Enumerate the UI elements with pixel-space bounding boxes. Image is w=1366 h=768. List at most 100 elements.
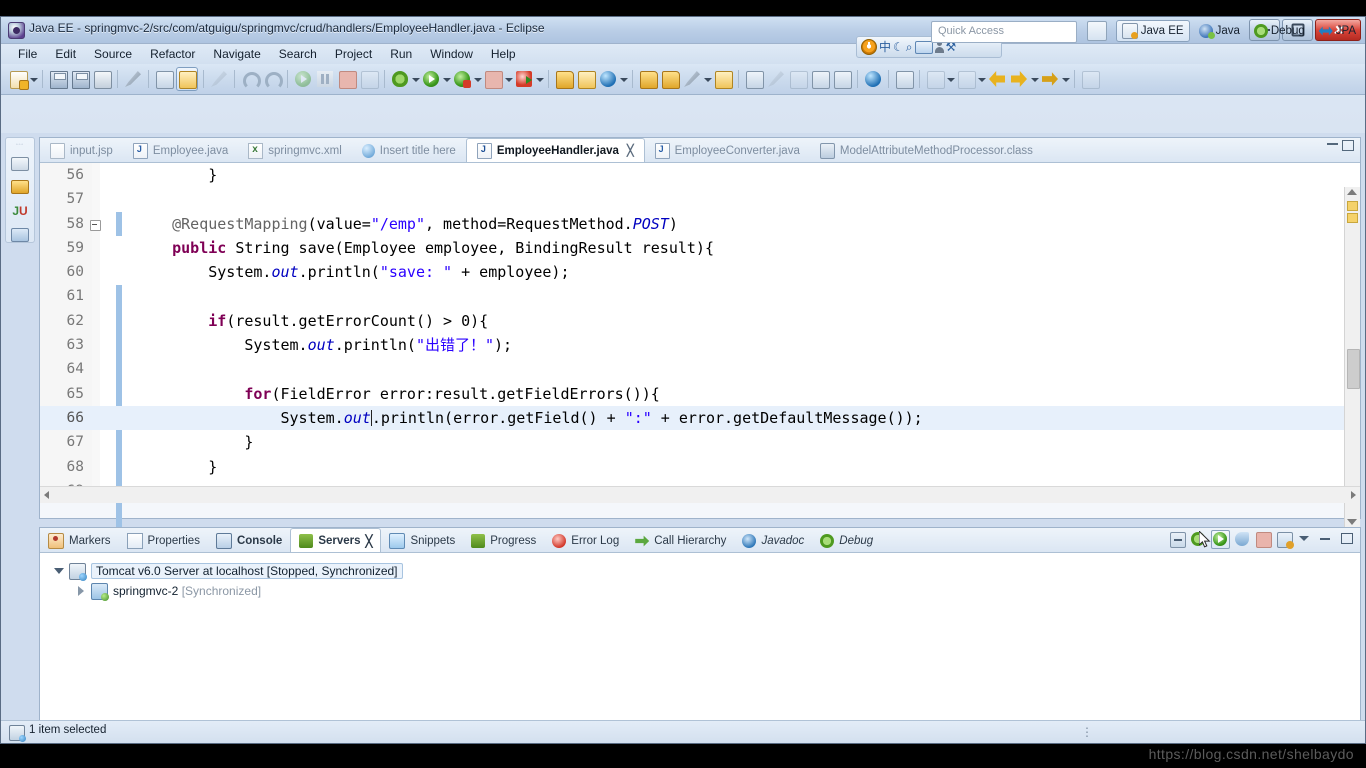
run-dropdown-icon[interactable] xyxy=(442,68,451,90)
scroll-up-icon[interactable] xyxy=(1347,189,1357,195)
perspective-java-ee[interactable]: Java EE xyxy=(1115,20,1190,42)
view-menu-button[interactable] xyxy=(1297,531,1314,548)
keyboard-icon[interactable] xyxy=(914,40,933,54)
video-play-icon[interactable] xyxy=(1281,612,1349,669)
junit-icon[interactable]: JU xyxy=(12,203,28,219)
show-whitespace-button[interactable] xyxy=(810,68,830,90)
menu-item-run[interactable]: Run xyxy=(381,45,421,63)
tab-markers[interactable]: Markers xyxy=(40,530,119,552)
menu-item-edit[interactable]: Edit xyxy=(46,45,85,63)
code-line[interactable]: 67 } xyxy=(40,430,1360,454)
start-server-button[interactable] xyxy=(1211,530,1230,549)
code-line[interactable]: 57 xyxy=(40,187,1360,211)
scrollbar-thumb[interactable] xyxy=(1347,349,1360,389)
menu-item-window[interactable]: Window xyxy=(421,45,482,63)
back-button[interactable] xyxy=(987,68,1007,90)
twisty-collapsed-icon[interactable] xyxy=(76,586,86,596)
fold-toggle-icon[interactable] xyxy=(90,219,101,231)
tab-error-log[interactable]: Error Log xyxy=(544,530,627,552)
stop-server-button[interactable] xyxy=(1255,531,1272,548)
pause-button[interactable] xyxy=(315,68,335,90)
menu-item-file[interactable]: File xyxy=(9,45,46,63)
code-line[interactable]: 61 xyxy=(40,284,1360,308)
restore-view-button[interactable] xyxy=(1080,68,1100,90)
add-bookmark-button[interactable] xyxy=(894,68,914,90)
menu-item-project[interactable]: Project xyxy=(326,45,381,63)
print-button[interactable] xyxy=(92,68,112,90)
publish-server-button[interactable] xyxy=(1276,531,1294,549)
new-jsp-button[interactable] xyxy=(713,68,733,90)
twisty-expanded-icon[interactable] xyxy=(54,566,64,576)
minimize-panel-button[interactable] xyxy=(1318,531,1335,548)
debug-button[interactable] xyxy=(390,68,410,90)
outline-icon[interactable] xyxy=(11,228,29,242)
menu-item-help[interactable]: Help xyxy=(482,45,525,63)
new-package-button[interactable] xyxy=(554,68,574,90)
source-code[interactable]: 56 } 57 58 @RequestMapping(value="/emp", m… xyxy=(40,163,1360,503)
next-arrow-dropdown-icon[interactable] xyxy=(1061,68,1070,90)
resume-button[interactable] xyxy=(293,68,313,90)
new-class-button[interactable] xyxy=(576,68,596,90)
code-line[interactable]: 59 public String save(Employee employee,… xyxy=(40,236,1360,260)
search-dropdown-icon[interactable] xyxy=(703,68,712,90)
editor-vertical-scrollbar[interactable] xyxy=(1344,187,1360,527)
history-dropdown-icon[interactable] xyxy=(1030,68,1039,90)
editor-minimize-icon[interactable] xyxy=(1327,143,1338,145)
scroll-right-icon[interactable] xyxy=(1351,491,1356,499)
next-edit-dropdown-icon[interactable] xyxy=(977,68,986,90)
editor-tab-employee-java[interactable]: Employee.java xyxy=(123,140,238,162)
search-button[interactable] xyxy=(682,68,702,90)
search-icon[interactable]: ⌕ xyxy=(906,41,913,53)
editor-tab-input-jsp[interactable]: input.jsp xyxy=(40,140,123,162)
run-as-button[interactable] xyxy=(514,68,534,90)
new-interface-button[interactable] xyxy=(598,68,618,90)
profile-server-button[interactable] xyxy=(1234,531,1251,548)
previous-edit-button[interactable] xyxy=(925,68,945,90)
new-button[interactable] xyxy=(8,68,29,90)
previous-edit-dropdown-icon[interactable] xyxy=(946,68,955,90)
tab-progress[interactable]: Progress xyxy=(463,530,544,552)
overview-marker[interactable] xyxy=(1347,201,1358,211)
debug-dropdown-icon[interactable] xyxy=(411,68,420,90)
toggle-breakpoint-button[interactable] xyxy=(744,68,764,90)
servers-tree[interactable]: Tomcat v6.0 Server at localhost [Stopped… xyxy=(40,553,1360,601)
step-over-button[interactable] xyxy=(788,68,808,90)
code-viewport[interactable]: 56 } 57 58 @RequestMapping(value="/emp", m… xyxy=(40,163,1360,528)
code-line[interactable]: 63 System.out.println("出错了！"); xyxy=(40,333,1360,357)
paragraph-marks-button[interactable] xyxy=(832,68,852,90)
next-edit-button[interactable] xyxy=(956,68,976,90)
terminate-button[interactable] xyxy=(337,68,357,90)
tree-row[interactable]: springmvc-2 [Synchronized] xyxy=(50,581,1360,601)
tree-row[interactable]: Tomcat v6.0 Server at localhost [Stopped… xyxy=(50,561,1360,581)
tab-debug[interactable]: Debug xyxy=(812,530,881,552)
quick-fix-button[interactable] xyxy=(123,68,143,90)
code-line[interactable]: 62 if(result.getErrorCount() > 0){ xyxy=(40,309,1360,333)
open-type-button[interactable] xyxy=(638,68,658,90)
tab-javadoc[interactable]: Javadoc xyxy=(734,530,812,552)
stop-dropdown-icon[interactable] xyxy=(504,68,513,90)
code-line[interactable]: 66 System.out.println(error.getField() +… xyxy=(40,405,1360,431)
status-overflow-icon[interactable]: ⋮ xyxy=(1081,725,1095,739)
menu-item-refactor[interactable]: Refactor xyxy=(141,45,204,63)
redo-button[interactable] xyxy=(262,68,283,90)
code-line[interactable]: 68 } xyxy=(40,455,1360,479)
menu-item-navigate[interactable]: Navigate xyxy=(204,45,269,63)
next-arrow-button[interactable] xyxy=(1040,68,1060,90)
perspective-java[interactable]: Java xyxy=(1194,22,1245,40)
tab-call-hierarchy[interactable]: Call Hierarchy xyxy=(627,530,734,552)
editor-horizontal-scrollbar[interactable] xyxy=(40,486,1360,503)
scroll-left-icon[interactable] xyxy=(44,491,49,499)
scroll-down-icon[interactable] xyxy=(1347,519,1357,525)
code-line[interactable]: 64 xyxy=(40,357,1360,381)
editor-maximize-icon[interactable] xyxy=(1342,140,1354,151)
code-line[interactable]: 65 for(FieldError error:result.getFieldE… xyxy=(40,382,1360,406)
disconnect-button[interactable] xyxy=(359,68,379,90)
run-button[interactable] xyxy=(421,68,441,90)
quick-access-input[interactable]: Quick Access xyxy=(931,21,1077,43)
forward-button[interactable] xyxy=(1009,68,1029,90)
package-explorer-icon[interactable] xyxy=(11,157,29,171)
run-as-dropdown-icon[interactable] xyxy=(535,68,544,90)
run-external-dropdown-icon[interactable] xyxy=(473,68,482,90)
save-all-button[interactable] xyxy=(70,68,90,90)
menu-item-source[interactable]: Source xyxy=(85,45,141,63)
